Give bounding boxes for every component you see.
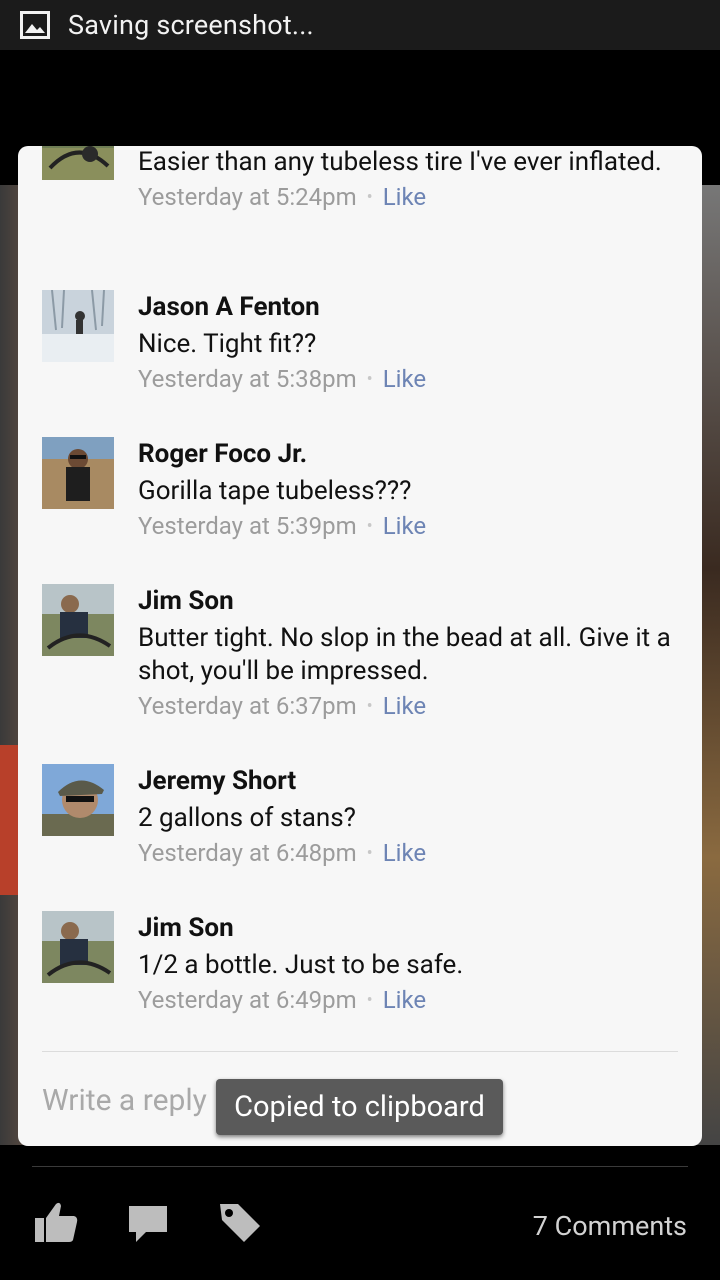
comment-meta: Yesterday at 6:49pm • Like bbox=[138, 983, 678, 1018]
comment-meta: Yesterday at 6:48pm • Like bbox=[138, 836, 678, 871]
comment-timestamp: Yesterday at 5:39pm bbox=[138, 512, 357, 540]
comment-author[interactable]: Jim Son bbox=[138, 911, 678, 949]
comments-panel: Easier than any tubeless tire I've ever … bbox=[18, 146, 702, 1146]
comments-count[interactable]: 7 Comments bbox=[533, 1210, 687, 1242]
avatar[interactable] bbox=[42, 146, 114, 180]
separator-dot: • bbox=[366, 696, 373, 717]
comment-text: Easier than any tubeless tire I've ever … bbox=[138, 147, 662, 177]
tag-icon[interactable] bbox=[216, 1198, 264, 1246]
comment-meta: Yesterday at 5:24pm • Like bbox=[138, 180, 678, 215]
status-text: Saving screenshot... bbox=[68, 9, 314, 41]
comment-text: Nice. Tight fit?? bbox=[138, 329, 317, 359]
separator-dot: • bbox=[366, 516, 373, 537]
bottom-divider bbox=[32, 1166, 688, 1167]
comment-author[interactable]: Roger Foco Jr. bbox=[138, 437, 678, 475]
avatar[interactable] bbox=[42, 290, 114, 362]
like-link[interactable]: Like bbox=[383, 692, 426, 720]
comment-icon[interactable] bbox=[124, 1198, 172, 1246]
toast-message: Copied to clipboard bbox=[216, 1079, 503, 1135]
separator-dot: • bbox=[366, 843, 373, 864]
avatar[interactable] bbox=[42, 764, 114, 836]
avatar[interactable] bbox=[42, 584, 114, 656]
comment-text: 1/2 a bottle. Just to be safe. bbox=[138, 950, 464, 980]
comment-text: Gorilla tape tubeless??? bbox=[138, 476, 412, 506]
bottom-action-bar: 7 Comments bbox=[0, 1146, 720, 1280]
comment-author[interactable]: Jim Son bbox=[138, 584, 678, 622]
image-icon bbox=[20, 11, 50, 39]
comment-author[interactable]: Jeremy Short bbox=[138, 764, 678, 802]
comment-timestamp: Yesterday at 5:38pm bbox=[138, 365, 357, 393]
avatar[interactable] bbox=[42, 911, 114, 983]
like-link[interactable]: Like bbox=[383, 183, 426, 211]
reply-divider bbox=[42, 1051, 678, 1052]
comment-meta: Yesterday at 5:39pm • Like bbox=[138, 509, 678, 544]
comment-timestamp: Yesterday at 6:48pm bbox=[138, 839, 357, 867]
like-link[interactable]: Like bbox=[383, 365, 426, 393]
comment-timestamp: Yesterday at 6:49pm bbox=[138, 986, 357, 1014]
comment-author[interactable]: Jason A Fenton bbox=[138, 290, 678, 328]
comment-text: 2 gallons of stans? bbox=[138, 803, 356, 833]
thumbs-up-icon[interactable] bbox=[32, 1198, 80, 1246]
avatar[interactable] bbox=[42, 437, 114, 509]
separator-dot: • bbox=[366, 990, 373, 1011]
like-link[interactable]: Like bbox=[383, 986, 426, 1014]
comment-timestamp: Yesterday at 5:24pm bbox=[138, 183, 357, 211]
comment-meta: Yesterday at 6:37pm • Like bbox=[138, 689, 678, 724]
like-link[interactable]: Like bbox=[383, 839, 426, 867]
separator-dot: • bbox=[366, 187, 373, 208]
comment-timestamp: Yesterday at 6:37pm bbox=[138, 692, 357, 720]
reply-input[interactable]: Write a reply bbox=[42, 1083, 207, 1118]
status-bar: Saving screenshot... bbox=[0, 0, 720, 50]
like-link[interactable]: Like bbox=[383, 512, 426, 540]
comment-meta: Yesterday at 5:38pm • Like bbox=[138, 362, 678, 397]
separator-dot: • bbox=[366, 369, 373, 390]
comment-text: Butter tight. No slop in the bead at all… bbox=[138, 623, 671, 686]
